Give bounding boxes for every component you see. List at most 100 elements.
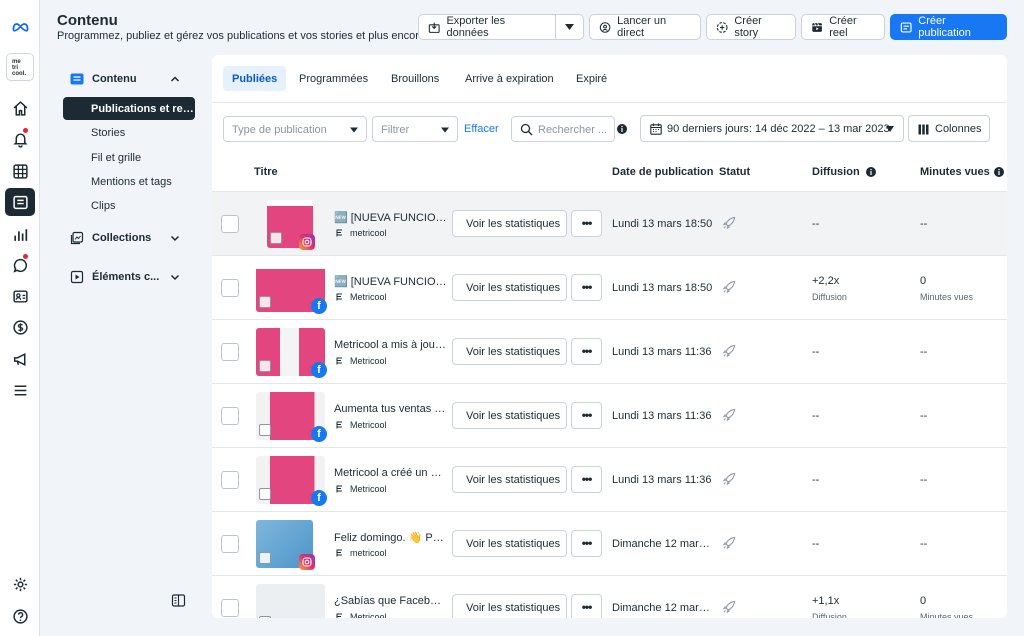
- monetization-dollar-icon[interactable]: [5, 313, 35, 341]
- view-stats-button[interactable]: Voir les statistiques: [452, 530, 567, 557]
- row-checkbox[interactable]: [221, 215, 239, 233]
- elements-video-icon: [70, 270, 84, 284]
- date-range-picker[interactable]: 90 derniers jours: 14 déc 2022 – 13 mar …: [640, 115, 904, 142]
- info-icon[interactable]: [994, 167, 1004, 177]
- post-thumbnail[interactable]: f: [256, 456, 327, 506]
- view-stats-button[interactable]: Voir les statistiques: [452, 466, 567, 493]
- meta-logo-icon[interactable]: [5, 12, 35, 40]
- row-checkbox[interactable]: [221, 535, 239, 553]
- info-icon[interactable]: [866, 167, 876, 177]
- more-options-button[interactable]: •••: [571, 466, 602, 493]
- table-row[interactable]: f 🆕 [NUEVA FUNCIONALIDAD] Metricool Voir le…: [212, 256, 1007, 320]
- post-title[interactable]: Aumenta tus ventas con: [334, 403, 447, 415]
- post-thumbnail[interactable]: f: [256, 392, 327, 442]
- filter-select[interactable]: Filtrer: [372, 116, 458, 142]
- column-header-reach[interactable]: Diffusion: [812, 166, 860, 178]
- help-question-icon[interactable]: [5, 602, 35, 630]
- tab-scheduled[interactable]: Programmées: [290, 66, 377, 91]
- tab-expired[interactable]: Expiré: [567, 66, 616, 91]
- row-checkbox[interactable]: [221, 407, 239, 425]
- sidebar-item-posts-reels[interactable]: Publications et reels: [63, 97, 195, 120]
- sidebar-item-content-elements[interactable]: Éléments c...: [70, 270, 159, 284]
- more-options-button[interactable]: •••: [571, 402, 602, 429]
- column-header-date[interactable]: Date de publication: [612, 166, 713, 178]
- view-stats-button[interactable]: Voir les statistiques: [452, 402, 567, 429]
- post-title[interactable]: ¿Sabías que Facebook: [334, 595, 447, 607]
- column-header-status[interactable]: Statut: [719, 166, 750, 178]
- more-options-button[interactable]: •••: [571, 210, 602, 237]
- reach-label: Diffusion: [812, 292, 847, 302]
- sidebar-item-mentions-tags[interactable]: Mentions et tags: [91, 176, 172, 188]
- table-row[interactable]: f Metricool a mis à jour la photo Metricoo…: [212, 320, 1007, 384]
- post-title[interactable]: 🆕 [NUEVA FUNCIONALIDAD]: [334, 211, 447, 224]
- sidebar-item-collections[interactable]: Collections: [70, 231, 151, 245]
- view-stats-button[interactable]: Voir les statistiques: [452, 274, 567, 301]
- brand-logo[interactable]: me tri cool.: [6, 53, 34, 81]
- post-title[interactable]: Metricool a mis à jour la photo: [334, 339, 447, 351]
- page-title: Contenu: [57, 12, 118, 29]
- view-stats-button[interactable]: Voir les statistiques: [452, 338, 567, 365]
- tab-drafts[interactable]: Brouillons: [382, 66, 448, 91]
- ads-megaphone-icon[interactable]: [5, 345, 35, 373]
- post-thumbnail[interactable]: [256, 520, 315, 570]
- column-header-minutes-viewed[interactable]: Minutes vues: [920, 166, 990, 178]
- sidebar-item-clips[interactable]: Clips: [91, 200, 115, 212]
- clear-filters-link[interactable]: Effacer: [464, 123, 499, 135]
- create-publication-button[interactable]: Créer publication: [890, 14, 1007, 40]
- view-stats-button[interactable]: Voir les statistiques: [452, 210, 567, 237]
- planner-grid-icon[interactable]: [5, 157, 35, 185]
- create-reel-button[interactable]: Créer reel: [801, 14, 885, 40]
- row-checkbox[interactable]: [221, 343, 239, 361]
- post-title[interactable]: 🆕 [NUEVA FUNCIONALIDAD]: [334, 275, 447, 288]
- row-checkbox[interactable]: [221, 279, 239, 297]
- tab-expiring[interactable]: Arrive à expiration: [456, 66, 563, 91]
- column-header-title[interactable]: Titre: [254, 166, 278, 178]
- chevron-down-icon[interactable]: [170, 272, 180, 282]
- settings-gear-icon[interactable]: [5, 570, 35, 598]
- create-story-button[interactable]: Créer story: [706, 14, 796, 40]
- table-row[interactable]: Feliz domingo. 👋 Para metricool Voir les s…: [212, 512, 1007, 576]
- post-thumbnail[interactable]: f: [256, 584, 325, 618]
- chevron-down-icon[interactable]: [170, 233, 180, 243]
- contacts-card-icon[interactable]: [5, 282, 35, 310]
- sidebar-item-content[interactable]: Contenu: [70, 72, 137, 86]
- all-tools-menu-icon[interactable]: [5, 376, 35, 404]
- table-row[interactable]: f ¿Sabías que Facebook Metricool Voir les s…: [212, 576, 1007, 618]
- search-input[interactable]: Rechercher ...: [511, 116, 615, 142]
- insights-chart-icon[interactable]: [5, 220, 35, 248]
- inbox-chat-icon[interactable]: [5, 251, 35, 279]
- post-title[interactable]: Feliz domingo. 👋 Para: [334, 531, 447, 544]
- row-checkbox[interactable]: [221, 471, 239, 489]
- view-stats-button[interactable]: Voir les statistiques: [452, 594, 567, 618]
- row-checkbox[interactable]: [221, 599, 239, 617]
- content-icon[interactable]: [5, 188, 35, 216]
- more-options-button[interactable]: •••: [571, 338, 602, 365]
- home-icon[interactable]: [5, 94, 35, 122]
- table-row[interactable]: f Metricool a créé un événement Metricool V…: [212, 448, 1007, 512]
- post-type-select[interactable]: Type de publication: [223, 116, 367, 142]
- export-options-dropdown[interactable]: [555, 14, 584, 40]
- info-icon[interactable]: [617, 124, 627, 134]
- tab-published[interactable]: Publiées: [223, 66, 287, 91]
- export-data-button[interactable]: Exporter les données: [418, 14, 556, 40]
- go-live-button[interactable]: Lancer un direct: [589, 14, 701, 40]
- more-options-button[interactable]: •••: [571, 274, 602, 301]
- post-thumbnail[interactable]: f: [256, 264, 327, 314]
- collapse-sidebar-icon[interactable]: [171, 593, 186, 608]
- post-author: Metricool: [334, 420, 387, 430]
- sidebar-item-stories[interactable]: Stories: [91, 127, 125, 139]
- sidebar-item-feed-grid[interactable]: Fil et grille: [91, 152, 141, 164]
- more-options-button[interactable]: •••: [571, 530, 602, 557]
- notifications-icon[interactable]: [5, 125, 35, 153]
- more-options-button[interactable]: •••: [571, 594, 602, 618]
- table-row[interactable]: f Aumenta tus ventas con Metricool Voir les…: [212, 384, 1007, 448]
- chevron-up-icon[interactable]: [170, 74, 180, 84]
- post-thumbnail[interactable]: f: [256, 328, 327, 378]
- publish-date: Lundi 13 mars 11:36: [612, 474, 712, 486]
- post-author: metricool: [334, 228, 387, 238]
- table-row[interactable]: 🆕 [NUEVA FUNCIONALIDAD] metricool Voir les…: [212, 192, 1007, 256]
- post-title[interactable]: Metricool a créé un événement: [334, 467, 447, 479]
- columns-button[interactable]: Colonnes: [908, 115, 990, 142]
- post-thumbnail[interactable]: [267, 200, 315, 250]
- page-flag-icon: [336, 485, 342, 493]
